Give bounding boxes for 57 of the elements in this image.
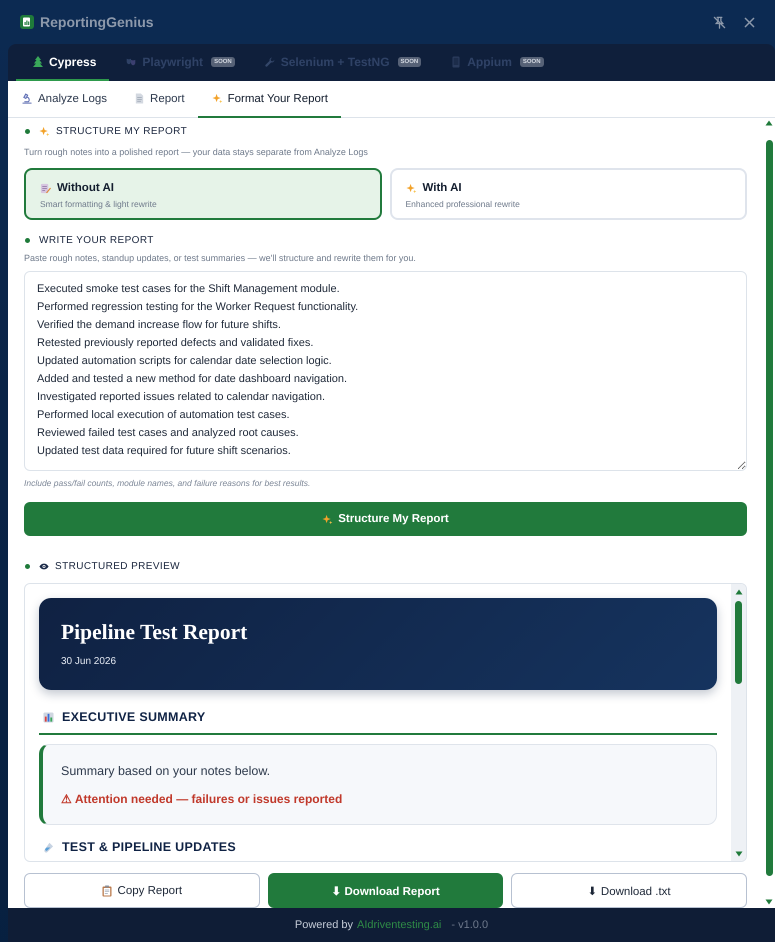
section-title: WRITE YOUR REPORT bbox=[39, 234, 154, 246]
bullet-icon bbox=[25, 564, 30, 568]
app-logo-icon bbox=[20, 15, 34, 29]
report-section-heading: EXECUTIVE SUMMARY bbox=[62, 710, 206, 724]
hint-text: Include pass/fail counts, module names, and failure reasons for best results. bbox=[24, 477, 312, 489]
version-text: - v1.0.0 bbox=[451, 919, 488, 931]
copy-report-button[interactable]: Copy Report bbox=[24, 873, 260, 908]
tab[interactable]: Format Your Report bbox=[198, 81, 341, 118]
phone-icon bbox=[451, 56, 462, 68]
notes-field[interactable]: Executed smoke test cases for the Shift Management module. Performed regression testing for the Worker Request functionality. Verified the demand increase flow for future shifts. Retested previously reported defects and validated fixes. Updated automation scripts for calendar date selection logic. Added and tested a new method for date dashboard navigation. Investigated reported issues related to calendar navigation. Performed local execution of automation test cases. Reviewed failed test cases and analyzed root causes. Updated test data required for future shift scenarios. bbox=[24, 271, 747, 471]
report-section-heading: TEST & PIPELINE UPDATES bbox=[62, 840, 236, 854]
scrollbar[interactable] bbox=[731, 584, 746, 861]
section-title: STRUCTURE MY REPORT bbox=[56, 126, 188, 136]
tree-icon bbox=[33, 56, 43, 68]
option-description: Enhanced professional rewrite bbox=[406, 198, 520, 210]
mode-option[interactable]: Without AI Smart formatting & light rewrite bbox=[24, 168, 382, 220]
bullet-icon bbox=[25, 128, 30, 134]
section-subtitle: Paste rough notes, standup updates, or test summaries — we'll structure and rewrite them for you. bbox=[24, 252, 417, 264]
option-description: Smart formatting & light rewrite bbox=[40, 198, 157, 210]
bar-chart-icon bbox=[43, 712, 54, 722]
sparkle-icon bbox=[39, 126, 50, 136]
scroll-up-icon[interactable] bbox=[734, 589, 742, 595]
eye-icon bbox=[39, 562, 49, 570]
window-title: ReportingGenius bbox=[40, 14, 154, 30]
report-date: 30 Jun 2026 bbox=[61, 655, 118, 669]
section-subtitle: Turn rough notes into a polished report — your data stays separate from Analyze Logs bbox=[24, 146, 369, 158]
sparkle-icon bbox=[406, 182, 416, 194]
sparkle-icon bbox=[322, 514, 334, 524]
summary-text: Summary based on your notes below. bbox=[61, 763, 272, 779]
page-icon bbox=[134, 93, 146, 104]
scroll-up-icon[interactable] bbox=[765, 120, 773, 126]
scroll-down-icon[interactable] bbox=[765, 899, 773, 905]
clipboard-icon bbox=[102, 884, 112, 896]
wrench-icon bbox=[264, 56, 275, 68]
test-tube-icon bbox=[43, 842, 54, 852]
option-title: With AI bbox=[422, 182, 462, 194]
footer-link[interactable]: AIdriventesting.ai bbox=[357, 919, 442, 931]
option-title: Without AI bbox=[57, 182, 114, 194]
scrollbar-thumb[interactable] bbox=[766, 140, 772, 876]
download-button[interactable]: ⬇ Download Report bbox=[268, 873, 504, 908]
microscope-icon bbox=[22, 93, 33, 104]
warning-text: ⚠ Attention needed — failures or issues reported bbox=[61, 791, 344, 807]
pin-off-icon[interactable] bbox=[713, 16, 726, 28]
footer-text: Powered by bbox=[294, 919, 353, 931]
section-title: STRUCTURED PREVIEW bbox=[55, 560, 180, 572]
scrollbar-thumb[interactable] bbox=[735, 601, 742, 684]
report-title: Pipeline Test Report bbox=[61, 620, 248, 644]
sparkle-icon bbox=[212, 93, 223, 104]
scroll-down-icon[interactable] bbox=[734, 851, 742, 857]
close-icon[interactable] bbox=[744, 16, 755, 28]
download-button[interactable]: ⬇ Download .txt bbox=[511, 873, 747, 908]
memo-icon bbox=[40, 182, 51, 194]
mode-option[interactable]: With AI Enhanced professional rewrite bbox=[390, 168, 747, 220]
tab[interactable]: Analyze Logs bbox=[8, 81, 120, 118]
structure-report-button[interactable]: Structure My Report bbox=[24, 502, 747, 536]
bullet-icon bbox=[25, 238, 30, 242]
tab[interactable]: Report bbox=[120, 81, 198, 118]
